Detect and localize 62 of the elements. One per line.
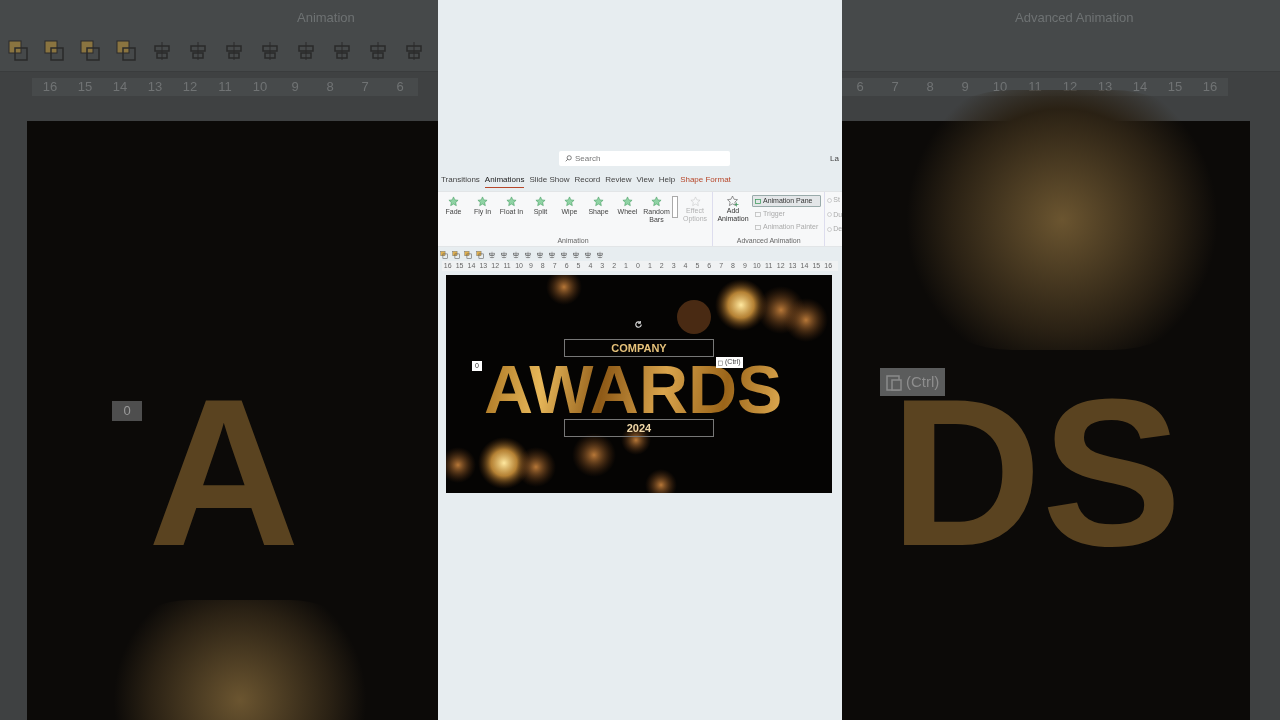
layer-order-icon[interactable] <box>440 250 448 259</box>
year-text: 2024 <box>626 420 652 436</box>
star-icon <box>622 196 633 207</box>
align-icon[interactable] <box>536 250 544 259</box>
star-icon <box>564 196 575 207</box>
company-text: COMPANY <box>611 340 667 356</box>
layer-order-icon[interactable] <box>116 40 136 62</box>
layer-order-icon[interactable] <box>476 250 484 259</box>
star-icon <box>651 196 662 207</box>
align-icon[interactable] <box>332 40 352 62</box>
account-name: La <box>830 153 839 165</box>
selected-text-box[interactable]: 2024 <box>564 419 714 437</box>
clipboard-icon <box>886 373 902 391</box>
clipboard-icon <box>718 359 724 366</box>
align-icon[interactable] <box>296 40 316 62</box>
star-icon <box>535 196 546 207</box>
align-icon[interactable] <box>584 250 592 259</box>
align-icon[interactable] <box>512 250 520 259</box>
ribbon-tab[interactable]: Transitions <box>441 174 480 188</box>
ribbon-tab[interactable]: Animations <box>484 174 525 188</box>
ribbon-tab[interactable]: View <box>636 174 654 188</box>
star-plus-icon <box>727 195 739 207</box>
clock-icon <box>827 226 833 232</box>
ribbon-tab[interactable]: Help <box>658 174 676 188</box>
align-icon[interactable] <box>404 40 424 62</box>
align-icon[interactable] <box>560 250 568 259</box>
layer-order-icon[interactable] <box>464 250 472 259</box>
layer-order-icon[interactable] <box>8 40 28 62</box>
blurred-title-text: A <box>148 398 300 548</box>
rotate-handle-icon[interactable] <box>634 320 643 329</box>
star-icon <box>689 196 701 207</box>
clock-icon <box>827 212 833 218</box>
search-icon <box>565 155 572 162</box>
blurred-title-text: DS <box>890 398 1182 548</box>
gallery-scroll-buttons[interactable] <box>672 196 678 218</box>
star-icon <box>477 196 488 207</box>
layer-order-icon[interactable] <box>452 250 460 259</box>
layer-order-icon[interactable] <box>44 40 64 62</box>
align-icon[interactable] <box>368 40 388 62</box>
align-icon[interactable] <box>260 40 280 62</box>
pane-icon <box>755 198 761 204</box>
align-icon[interactable] <box>572 250 580 259</box>
selected-text-box[interactable]: COMPANY <box>564 339 714 357</box>
animation-order-tag: 0 <box>112 401 142 421</box>
align-icon[interactable] <box>548 250 556 259</box>
align-icon[interactable] <box>152 40 172 62</box>
star-icon <box>593 196 604 207</box>
ribbon-tab[interactable]: Slide Show <box>529 174 570 188</box>
ribbon-tab[interactable]: Shape Format <box>680 174 731 188</box>
search-field[interactable]: Search <box>559 151 730 166</box>
align-icon[interactable] <box>188 40 208 62</box>
ribbon-tab[interactable]: Review <box>605 174 632 188</box>
layer-order-icon[interactable] <box>80 40 100 62</box>
align-icon[interactable] <box>488 250 496 259</box>
align-icon[interactable] <box>500 250 508 259</box>
align-icon[interactable] <box>524 250 532 259</box>
align-icon[interactable] <box>224 40 244 62</box>
star-icon <box>448 196 459 207</box>
clock-icon <box>827 197 833 203</box>
star-icon <box>506 196 517 207</box>
align-icon[interactable] <box>596 250 604 259</box>
ribbon-tab[interactable]: Record <box>574 174 601 188</box>
